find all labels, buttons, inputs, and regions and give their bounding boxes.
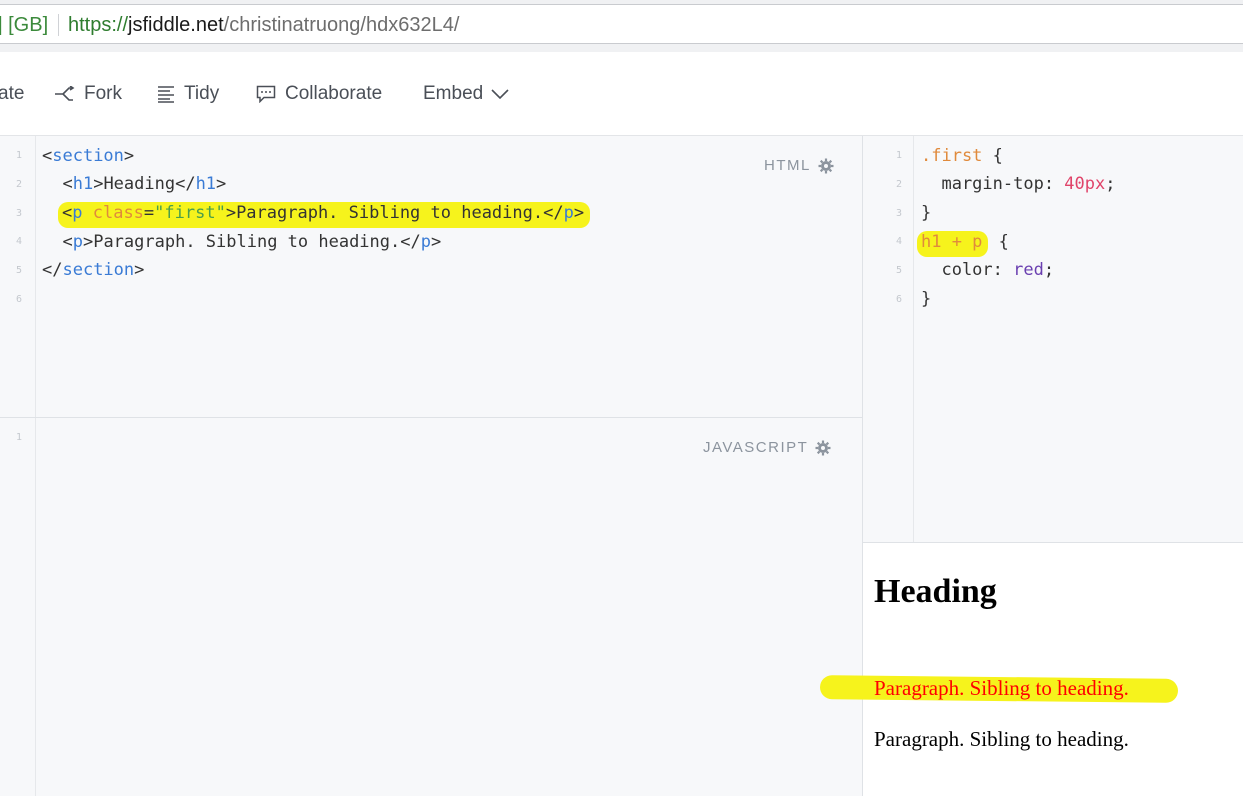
update-button[interactable]: ate (0, 81, 24, 107)
html-gutter: 1 2 3 4 5 6 (0, 136, 36, 417)
chat-bubble-icon (256, 85, 276, 103)
tidy-label: Tidy (184, 83, 220, 104)
jsfiddle-toolbar: ate Fork Tidy Collaborate Embed (0, 52, 1243, 136)
url-text[interactable]: https://jsfiddle.net/christinatruong/hdx… (68, 14, 459, 37)
javascript-editor-pane[interactable]: 1 JAVASCRIPT (0, 418, 862, 796)
line-number: 3 (15, 208, 22, 219)
line-number: 2 (895, 179, 902, 190)
line-number: 3 (895, 208, 902, 219)
url-scheme: https:// (68, 14, 129, 36)
url-path: /christinatruong/hdx632L4/ (223, 14, 460, 36)
tidy-button[interactable]: Tidy (157, 81, 219, 107)
ev-certificate-badge[interactable]: ] [GB] (0, 14, 48, 37)
tidy-icon (158, 86, 174, 103)
line-number: 1 (15, 432, 22, 443)
css-gutter: 1 2 3 4 5 6 (863, 136, 914, 542)
javascript-pane-label: JAVASCRIPT (703, 439, 831, 456)
line-number: 1 (15, 150, 22, 161)
line-number: 4 (895, 236, 902, 247)
html-pane-label: HTML (764, 157, 834, 174)
line-number: 6 (895, 294, 902, 305)
line-number: 5 (15, 265, 22, 276)
code-line: <h1>Heading</h1> (42, 174, 227, 194)
javascript-gutter: 1 (0, 418, 36, 796)
gear-icon[interactable] (818, 158, 834, 174)
collaborate-label: Collaborate (285, 83, 383, 104)
code-line: } (921, 203, 932, 223)
url-host: jsfiddle.net (128, 14, 224, 36)
code-line: .first { (921, 146, 1003, 166)
yellow-highlight: h1 + p (917, 231, 989, 257)
line-number: 6 (15, 294, 22, 305)
collaborate-button[interactable]: Collaborate (256, 81, 382, 107)
browser-address-bar: ] [GB] https://jsfiddle.net/christinatru… (0, 0, 1243, 52)
result-pane: Heading Paragraph. Sibling to heading. P… (819, 543, 1243, 796)
update-label: ate (0, 83, 25, 104)
code-line: <p>Paragraph. Sibling to heading.</p> (42, 232, 442, 252)
code-line-highlighted: h1 + p { (917, 231, 1009, 257)
result-heading: Heading (874, 573, 997, 610)
code-line: <section> (42, 146, 135, 166)
gear-icon[interactable] (815, 440, 831, 456)
result-paragraph-red: Paragraph. Sibling to heading. (874, 676, 1129, 700)
chevron-down-icon (491, 89, 509, 99)
code-line-highlighted: <p class="first">Paragraph. Sibling to h… (58, 202, 591, 228)
line-number: 2 (15, 179, 22, 190)
result-paragraph: Paragraph. Sibling to heading. (874, 727, 1129, 751)
yellow-highlight: <p class="first">Paragraph. Sibling to h… (58, 202, 591, 228)
fork-button[interactable]: Fork (53, 81, 122, 107)
fork-label: Fork (84, 83, 122, 104)
code-line: color: red; (921, 260, 1055, 280)
url-field[interactable]: ] [GB] https://jsfiddle.net/christinatru… (0, 4, 1243, 44)
line-number: 4 (15, 236, 22, 247)
embed-button[interactable]: Embed (423, 81, 509, 107)
css-editor-pane[interactable]: 1 2 3 4 5 6 .first { margin-top: 40px; }… (863, 136, 1243, 542)
code-line: </section> (42, 260, 145, 280)
embed-label: Embed (423, 83, 484, 104)
fork-icon (55, 86, 75, 101)
url-separator (58, 14, 59, 36)
line-number: 5 (895, 265, 902, 276)
html-editor-pane[interactable]: 1 2 3 4 5 6 <section> <h1>Heading</h1> <… (0, 136, 862, 417)
code-line: } (921, 289, 932, 309)
line-number: 1 (895, 150, 902, 161)
code-line: margin-top: 40px; (921, 174, 1116, 194)
pane-divider-horizontal[interactable] (0, 417, 862, 418)
